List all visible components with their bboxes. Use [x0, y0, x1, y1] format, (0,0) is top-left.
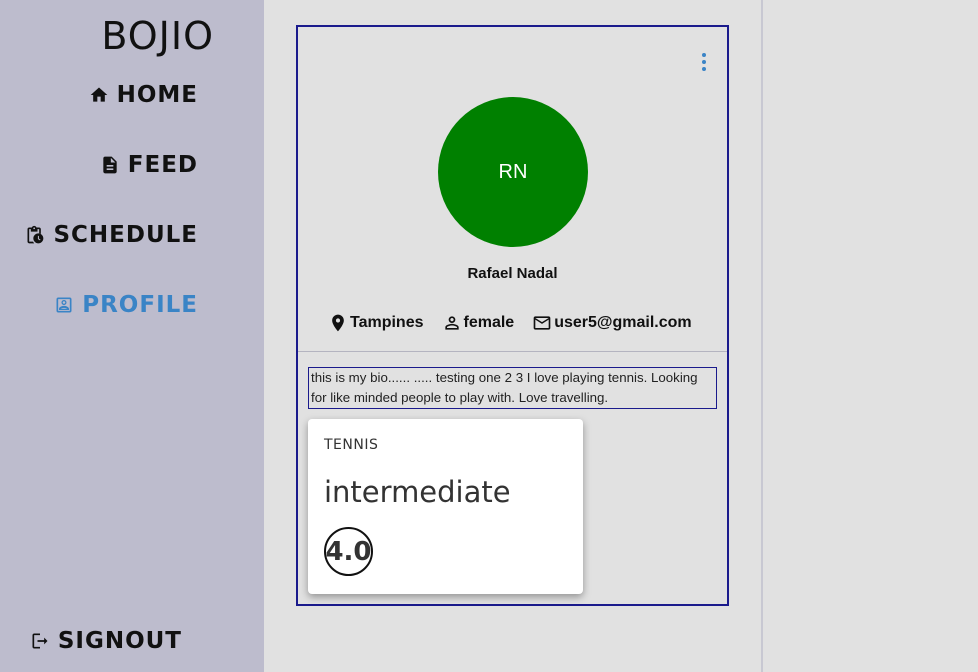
profile-icon: [56, 297, 72, 313]
clipboard-clock-icon: [27, 225, 44, 244]
location-pin-icon: [332, 314, 344, 332]
person-icon: [444, 316, 459, 330]
more-options-icon[interactable]: [699, 53, 709, 73]
nav-item-label: PROFILE: [82, 292, 198, 318]
nav-item-profile[interactable]: PROFILE: [54, 292, 198, 318]
location-text: Tampines: [350, 314, 424, 331]
nav-item-label: HOME: [116, 82, 198, 108]
nav-item-schedule[interactable]: SCHEDULE: [25, 222, 198, 248]
bio-text: this is my bio...... ..... testing one 2…: [308, 367, 717, 409]
gender-info: female: [442, 313, 515, 333]
mail-icon: [533, 316, 551, 330]
logout-icon: [32, 633, 48, 649]
email-info: user5@gmail.com: [532, 313, 692, 333]
gender-text: female: [463, 314, 515, 331]
section-divider: [298, 351, 727, 352]
avatar: RN: [438, 97, 588, 247]
email-text: user5@gmail.com: [554, 314, 692, 331]
home-icon: [90, 87, 107, 102]
nav-item-home[interactable]: HOME: [89, 82, 198, 108]
nav-item-label: FEED: [127, 152, 198, 178]
sidebar: BOJIO HOME FEED SCHEDULE PROFILE SIGNOUT: [0, 0, 264, 672]
sport-level: intermediate: [324, 475, 511, 509]
nav-item-feed[interactable]: FEED: [100, 152, 198, 178]
profile-card: RN Rafael Nadal Tampines female user5@gm…: [296, 25, 729, 606]
rating-value: 4.0: [325, 536, 372, 567]
content-divider: [761, 0, 763, 672]
location-info: Tampines: [328, 313, 424, 333]
profile-meta: Tampines female user5@gmail.com: [328, 313, 692, 333]
sport-card[interactable]: TENNIS intermediate 4.0: [308, 419, 583, 594]
signout-label: SIGNOUT: [57, 628, 182, 654]
document-icon: [103, 156, 117, 174]
rating-badge: 4.0: [324, 527, 373, 576]
profile-name: Rafael Nadal: [467, 265, 558, 282]
avatar-initials: RN: [498, 160, 528, 183]
sport-name: TENNIS: [324, 437, 379, 453]
nav-item-label: SCHEDULE: [53, 222, 198, 248]
app-logo: BOJIO: [101, 14, 214, 58]
signout-button[interactable]: SIGNOUT: [30, 628, 182, 654]
